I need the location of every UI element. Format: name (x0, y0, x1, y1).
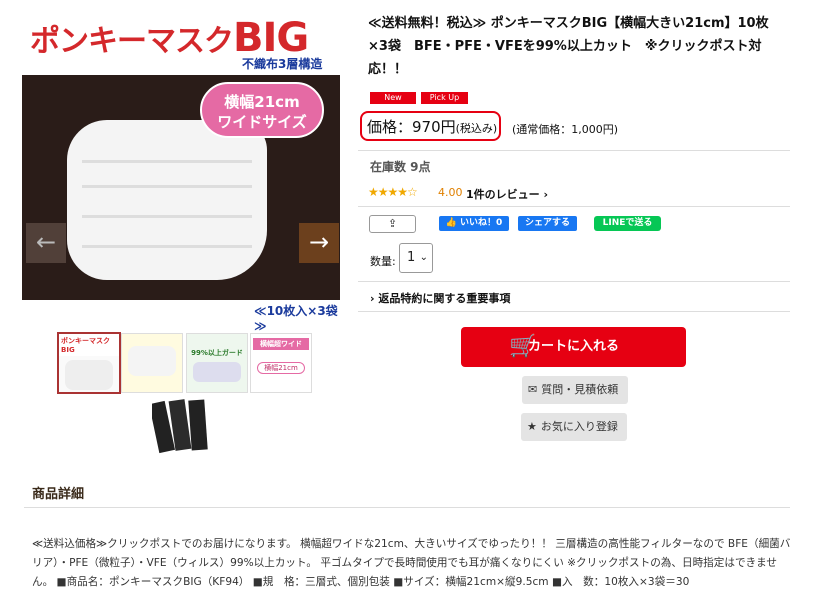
product-title: ≪送料無料！税込≫ ポンキーマスクBIG【横幅大きい21cm】10枚×3袋 BF… (368, 16, 769, 77)
price-value: 価格：970円 (367, 118, 456, 136)
thumbnail-label: 横幅超ワイド (253, 338, 309, 350)
mask-pleat (82, 245, 252, 248)
details-text: ≪送料込価格≫クリックポストでのお届けになります。 横幅超ワイドな21cm、大き… (32, 538, 791, 588)
thumbnail-mask (65, 360, 113, 390)
cart-button-label: カートに入れる (527, 339, 619, 354)
product-photo: 横幅21cm ワイドサイズ ← → (22, 75, 340, 300)
favorite-label: お気に入り登録 (540, 420, 618, 433)
returns-policy-link[interactable]: › 返品特約に関する重要事項 (370, 290, 510, 306)
width-badge: 横幅21cm ワイドサイズ (200, 82, 324, 138)
product-subtitle: 不織布3層構造 (242, 57, 323, 71)
prev-image-button[interactable]: ← (26, 223, 66, 263)
details-heading: 商品詳細 (32, 487, 85, 502)
chevron-down-icon: ⌄ (419, 252, 428, 263)
thumbnail-1[interactable]: ポンキーマスクBIG (57, 332, 121, 394)
thumbnail-mask (128, 346, 176, 376)
price-tax-note: (税込み) (455, 122, 498, 135)
pickup-tag: Pick Up (421, 92, 468, 104)
divider (358, 206, 790, 207)
new-tag: New (370, 92, 416, 104)
divider (358, 281, 790, 282)
mail-icon: ✉ (528, 383, 538, 396)
badge-line-1: 横幅21cm (224, 93, 300, 111)
reviews-link[interactable]: 1件のレビュー › (466, 186, 548, 202)
thumbnail-2[interactable] (121, 333, 183, 393)
rating-value: 4.00 (438, 186, 463, 199)
package-illustration (188, 399, 208, 451)
image-caption: ≪10枚入×3袋≫ (254, 304, 338, 333)
star-icon: ★ (527, 420, 537, 433)
thumbnail-label: ポンキーマスクBIG (59, 334, 119, 356)
inquiry-label: 質問・見積依頼 (541, 383, 619, 396)
cart-icon: 🛒 (509, 334, 537, 359)
quantity-value: 1 (407, 250, 416, 265)
thumbnail-label: 横幅21cm (257, 362, 305, 374)
mask-pleat (82, 185, 252, 188)
thumbnail-label: 99%以上ガード (191, 349, 243, 357)
share-icon: ⇪ (387, 217, 398, 230)
inquiry-button[interactable]: ✉ 質問・見積依頼 (522, 376, 628, 404)
badge-line-2: ワイドサイズ (217, 113, 307, 131)
favorite-button[interactable]: ★ お気に入り登録 (521, 413, 627, 441)
product-main-image: ポンキーマスクBIG 不織布3層構造 横幅21cm ワイドサイズ ← → ≪10… (22, 0, 340, 333)
thumbnail-5[interactable] (152, 398, 212, 456)
stock-count: 在庫数 9点 (370, 160, 431, 174)
facebook-like-button[interactable]: 👍 いいね！0 (439, 216, 509, 231)
thumbnail-mask (193, 362, 241, 382)
mask-illustration (67, 120, 267, 280)
mask-pleat (82, 215, 252, 218)
star-rating-icon: ★★★★☆ (368, 185, 418, 199)
thumbnail-4[interactable]: 横幅超ワイド 横幅21cm (250, 333, 312, 393)
add-to-cart-button[interactable]: 🛒 カートに入れる (461, 327, 686, 367)
mask-pleat (82, 160, 252, 163)
next-image-button[interactable]: → (299, 223, 339, 263)
share-button[interactable]: ⇪ (369, 215, 416, 233)
divider (358, 311, 790, 312)
price: 価格：970円(税込み) (367, 116, 497, 137)
thumbnail-3[interactable]: 99%以上ガード (186, 333, 248, 393)
quantity-label: 数量: (370, 255, 396, 268)
quantity-select[interactable]: 1 ⌄ (399, 243, 433, 273)
divider (24, 507, 790, 508)
line-share-button[interactable]: LINEで送る (594, 216, 661, 231)
facebook-share-button[interactable]: シェアする (518, 216, 577, 231)
regular-price: (通常価格：1,000円) (512, 123, 619, 136)
divider (358, 150, 790, 151)
